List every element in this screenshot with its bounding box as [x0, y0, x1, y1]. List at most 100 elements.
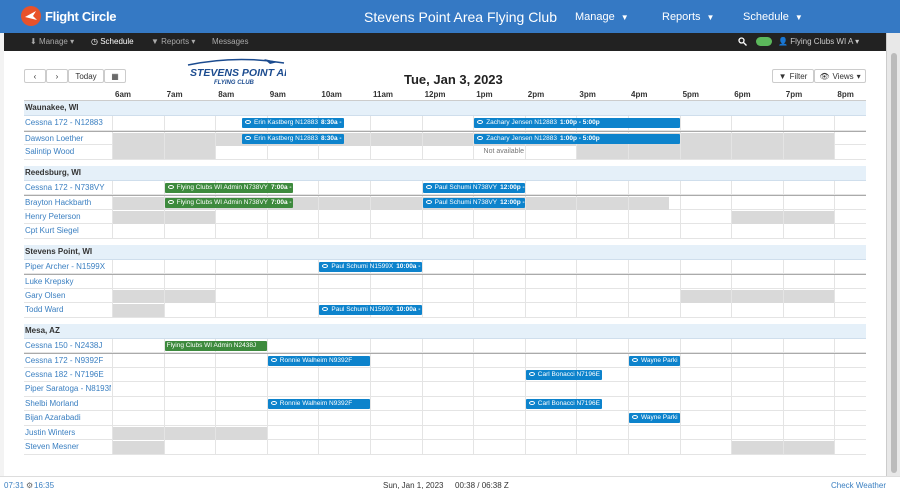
hour-gridline [370, 440, 371, 455]
subnav-reports[interactable]: ▼ Reports ▾ [151, 37, 195, 46]
hour-gridline [266, 440, 268, 455]
reservation-block[interactable]: Carl Bonacci N7196E [525, 369, 603, 380]
schedule-row: Steven Mesner [24, 440, 866, 455]
hour-gridline [112, 354, 113, 369]
hour-gridline [266, 145, 268, 160]
hour-gridline [473, 396, 475, 411]
reservation-block[interactable]: Wayne Parki [629, 356, 680, 366]
reservation-block[interactable]: Zachary Jensen N12883 1:00p - 5:00p [474, 118, 680, 128]
hour-gridline [318, 411, 320, 426]
check-weather-link[interactable]: Check Weather [831, 481, 886, 490]
resource-name[interactable]: Shelbi Morland [25, 399, 111, 408]
hour-gridline [421, 382, 423, 397]
hour-gridline [834, 303, 836, 318]
reservation-block[interactable]: Paul Schumi N738VY 12:00p - [422, 198, 525, 208]
reservation-text: Flying Clubs WI Admin N2438J [166, 341, 257, 349]
hour-gridline [163, 396, 165, 411]
reservation-block[interactable]: Ronnie Walheim N9392F [267, 398, 370, 409]
resource-name[interactable]: Salintip Wood [25, 147, 111, 156]
reservation-block[interactable]: Carl Bonacci N7196E [525, 398, 603, 409]
hour-gridline [370, 131, 371, 146]
hour-gridline [731, 209, 733, 224]
hour-label: 7am [166, 90, 183, 99]
today-button[interactable]: Today [68, 69, 104, 83]
cloud-icon[interactable] [756, 37, 772, 46]
calendar-icon[interactable]: ▦ [104, 69, 126, 83]
topnav-schedule[interactable]: Schedule ▼ [743, 11, 803, 23]
reservation-block[interactable]: Ronnie Walheim N9392F [267, 356, 370, 366]
hour-gridline [628, 196, 629, 211]
reservation-block[interactable]: Flying Clubs WI Admin N2438J [164, 340, 267, 351]
reservation-text: Wayne Parki [641, 357, 678, 364]
topnav-reports[interactable]: Reports ▼ [662, 11, 714, 23]
resource-name[interactable]: Cpt Kurt Siegel [25, 226, 111, 235]
resource-name[interactable]: Dawson Loether [25, 134, 111, 143]
flight-circle-logo[interactable]: Flight Circle [20, 5, 117, 27]
hour-gridline [576, 288, 578, 303]
reservation-block[interactable]: Zachary Jensen N12883 1:00p - 5:00p [474, 133, 680, 144]
prev-button[interactable]: ‹ [24, 69, 46, 83]
hour-gridline [679, 425, 681, 440]
unavailable-block [112, 441, 164, 454]
hour-gridline [163, 440, 165, 455]
resource-name[interactable]: Cessna 182 - N7196E [25, 370, 111, 379]
next-button[interactable]: › [46, 69, 68, 83]
hour-gridline [782, 367, 784, 382]
reservation-block[interactable]: Paul Schumi N1599X 10:00a - [319, 305, 422, 315]
search-icon[interactable] [738, 37, 747, 48]
resource-name[interactable]: Gary Olsen [25, 291, 111, 300]
hour-gridline [318, 338, 320, 353]
resource-name[interactable]: Steven Mesner [25, 442, 111, 451]
resource-name[interactable]: Brayton Hackbarth [25, 198, 111, 207]
gear-icon[interactable]: ⚙ [26, 481, 33, 490]
sub-nav-bar: ⬇ Manage ▾ ◷ Schedule ▼ Reports ▾ Messag… [4, 33, 886, 51]
scrollbar-thumb[interactable] [891, 53, 897, 473]
reservation-block[interactable]: Paul Schumi N738VY 12:00p - [422, 182, 525, 193]
reservation-block[interactable]: Flying Clubs WI Admin N738VY 7:00a - [164, 198, 293, 208]
hour-gridline [834, 338, 836, 353]
page-scrollbar[interactable] [886, 33, 900, 476]
hour-gridline [628, 382, 629, 397]
location-name: Stevens Point, WI [25, 246, 93, 256]
subnav-manage[interactable]: ⬇ Manage ▾ [30, 37, 74, 46]
user-menu[interactable]: 👤 Flying Clubs WI A ▾ [778, 37, 859, 46]
reservation-block[interactable]: Erin Kastberg N12883 8:30a - [242, 118, 345, 128]
hour-gridline [628, 303, 629, 318]
filter-button[interactable]: ▼ Filter [772, 69, 814, 83]
resource-name[interactable]: Cessna 150 - N2438J [25, 341, 111, 350]
subnav-schedule[interactable]: ◷ Schedule [91, 37, 134, 46]
resource-name[interactable]: Henry Peterson [25, 212, 111, 221]
resource-name[interactable]: Cessna 172 - N9392F [25, 356, 111, 365]
hour-gridline [731, 382, 733, 397]
hour-gridline [524, 275, 526, 290]
hour-gridline [524, 382, 526, 397]
eye-icon [322, 263, 329, 268]
reservation-block[interactable]: Erin Kastberg N12883 8:30a - [242, 133, 345, 144]
reservation-block[interactable]: Paul Schumi N1599X 10:00a - [319, 261, 422, 272]
hour-gridline [473, 209, 475, 224]
resource-name[interactable]: Bijan Azarabadi [25, 413, 111, 422]
views-button[interactable]: 👁 Views ▾ [814, 69, 866, 83]
resource-name[interactable]: Justin Winters [25, 428, 111, 437]
hour-gridline [112, 367, 113, 382]
resource-name[interactable]: Piper Archer - N1599X [25, 262, 111, 271]
resource-name[interactable]: Cessna 172 - N12883 [25, 118, 111, 127]
hour-gridline [473, 440, 475, 455]
unavailable-block [112, 304, 164, 317]
resource-name[interactable]: Luke Krepsky [25, 277, 111, 286]
resource-name[interactable]: Piper Saratoga - N8193N [25, 384, 111, 393]
topnav-manage[interactable]: Manage ▼ [575, 11, 629, 23]
schedule-row: Cessna 172 - N9392F Ronnie Walheim N9392F… [24, 353, 866, 369]
reservation-block[interactable]: Flying Clubs WI Admin N738VY 7:00a - [164, 182, 293, 193]
hour-gridline [473, 288, 475, 303]
schedule-row: Gary Olsen [24, 288, 866, 303]
hour-gridline [163, 131, 165, 146]
eye-icon [167, 184, 174, 189]
resource-name[interactable]: Cessna 172 - N738VY [25, 183, 111, 192]
hour-gridline [215, 440, 217, 455]
reservation-block[interactable]: Wayne Parki [629, 413, 680, 423]
resource-name[interactable]: Todd Ward [25, 305, 111, 314]
hour-gridline [112, 303, 113, 318]
hour-gridline [215, 288, 217, 303]
subnav-messages[interactable]: Messages [212, 37, 248, 46]
